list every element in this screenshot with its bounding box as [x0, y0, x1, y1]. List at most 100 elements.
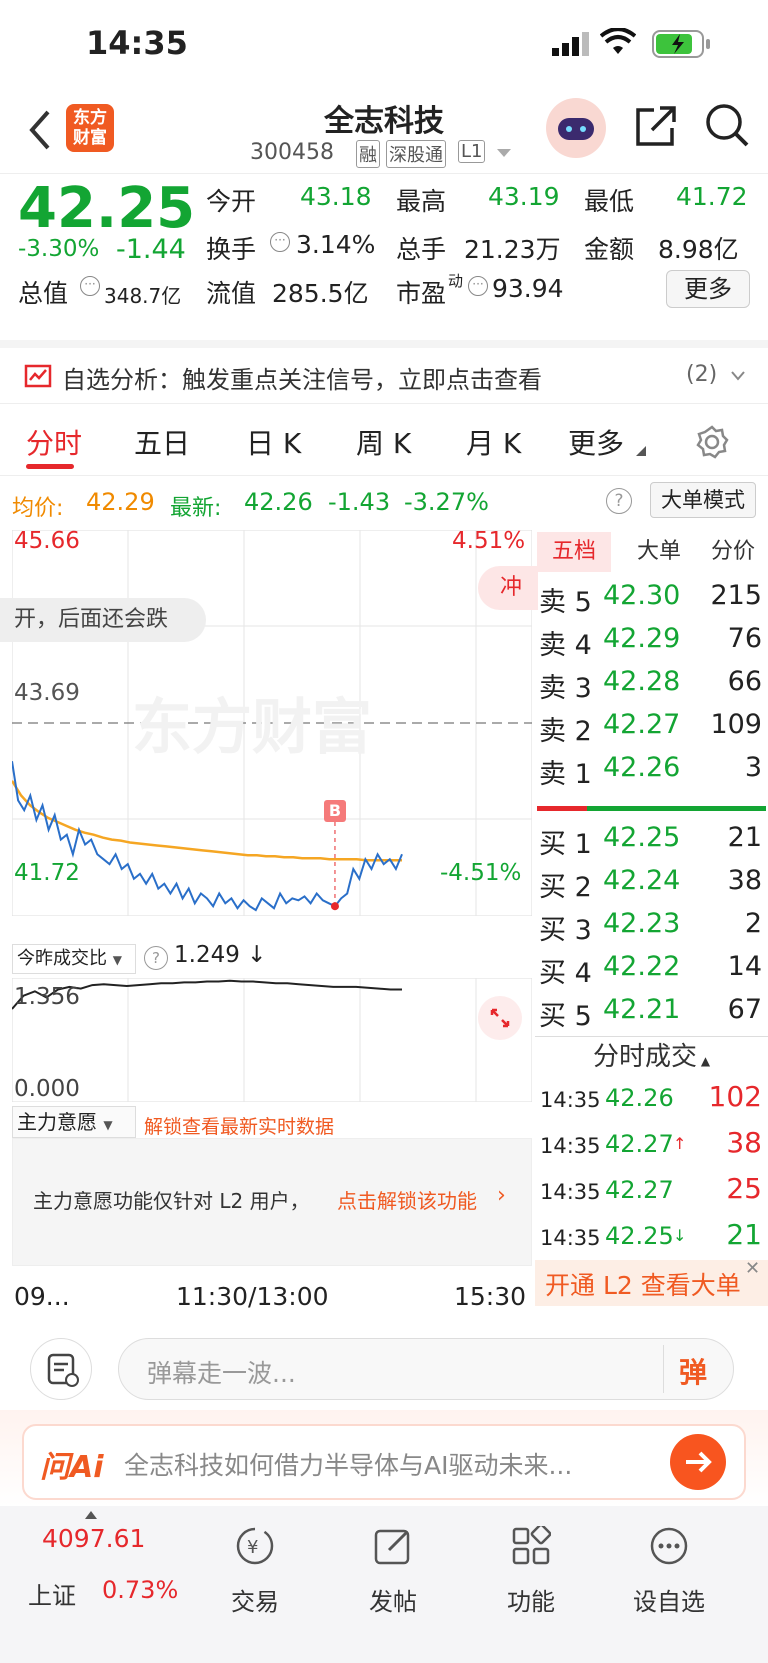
robot-avatar-icon[interactable] [546, 98, 606, 158]
danmu-settings-icon[interactable] [30, 1338, 92, 1400]
ask-price: 42.29 [603, 623, 681, 654]
bid-volume: 21 [727, 822, 762, 853]
danmu-send-button[interactable]: 弹 [679, 1351, 707, 1391]
bullet-comment: 开，后面还会跌 [0, 598, 206, 642]
high-label: 最高 [396, 187, 447, 216]
ratio-top-value: 1.356 [14, 984, 80, 1010]
mktcap-value: 348.7亿 [104, 284, 182, 308]
divider [663, 1345, 664, 1393]
nav-post[interactable]: 发帖 [318, 1506, 468, 1663]
tab-five-levels[interactable]: 五档 [537, 532, 611, 572]
tick-time: 14:35 [540, 1088, 601, 1112]
pe-label: 市盈 [396, 279, 447, 308]
buy-marker[interactable]: B [323, 800, 346, 822]
ai-question-card[interactable]: 问Ai 全志科技如何借力半导体与AI驱动未来... [22, 1424, 746, 1500]
tab-daily-k[interactable]: 日 K [246, 422, 301, 462]
chart-top-price: 45.66 [14, 528, 80, 554]
price-chart[interactable]: 东方财富 [12, 530, 532, 916]
tab-more[interactable]: 更多 [568, 422, 624, 462]
l2-banner[interactable]: 开通 L2 查看大单 ✕ [535, 1258, 768, 1306]
tab-weekly-k[interactable]: 周 K [356, 422, 411, 462]
open-value: 43.18 [300, 182, 372, 211]
tab-monthly-k[interactable]: 月 K [466, 422, 521, 462]
latest-label: 最新: [170, 496, 222, 521]
ratio-chart [12, 978, 532, 1102]
ask-volume: 3 [744, 752, 762, 783]
stock-name[interactable]: 全志科技 [244, 96, 524, 140]
buy-sell-ratio-bar-red [537, 806, 587, 811]
comment-bar: 弹幕走一波... 弹 [0, 1314, 768, 1410]
chart-top-pct: 4.51% [452, 528, 526, 554]
tick-row: 14:35 42.27 ↑ 38 [535, 1124, 768, 1172]
nav-functions[interactable]: 功能 [456, 1506, 606, 1663]
ask-volume: 109 [710, 709, 762, 740]
tab-five-day[interactable]: 五日 [134, 422, 190, 462]
help-icon[interactable]: ? [606, 488, 632, 514]
tick-volume: 25 [726, 1172, 762, 1205]
nav-add-watchlist[interactable]: 设自选 [594, 1506, 744, 1663]
turnover-value: 3.14% [296, 230, 376, 259]
index-widget[interactable]: 4097.61 上证 0.73% [0, 1506, 178, 1663]
tick-price: 42.25 [605, 1222, 674, 1250]
bid-label: 买 5 [539, 1001, 592, 1032]
tick-time: 14:35 [540, 1226, 601, 1250]
ask-label: 卖 5 [539, 587, 592, 618]
edit-icon [374, 1529, 410, 1565]
info-dots-icon[interactable]: ··· [468, 276, 488, 296]
main-force-selector[interactable]: 主力意愿 ▼ [12, 1106, 136, 1138]
main-force-locked-panel: 主力意愿功能仅针对 L2 用户， 点击解锁该功能 › [12, 1138, 532, 1266]
pe-superscript: 动 [448, 272, 464, 290]
danmu-input[interactable]: 弹幕走一波... 弹 [118, 1338, 734, 1400]
help-icon[interactable]: ? [144, 946, 168, 970]
back-icon[interactable] [26, 108, 52, 152]
search-icon[interactable] [704, 102, 750, 148]
ticks-title[interactable]: 分时成交 ▲ [593, 1036, 710, 1073]
tick-volume: 102 [708, 1080, 762, 1113]
main-force-label: 主力意愿 [17, 1110, 97, 1134]
tab-price-dist[interactable]: 分价 [699, 532, 767, 572]
float-value: 285.5亿 [272, 279, 369, 308]
info-dots-icon[interactable]: ··· [80, 276, 100, 296]
main-force-notice: 主力意愿功能仅针对 L2 用户， [33, 1189, 310, 1213]
tick-price: 42.26 [605, 1084, 674, 1112]
ask-volume: 215 [710, 580, 762, 611]
analysis-alert[interactable]: 自选分析：触发重点关注信号，立即点击查看 (2) [0, 340, 768, 404]
float-label: 流值 [206, 279, 257, 308]
unlock-feature-link[interactable]: 点击解锁该功能 [337, 1185, 477, 1214]
volume-label: 总手 [396, 235, 447, 264]
ai-question-text: 全志科技如何借力半导体与AI驱动未来... [124, 1451, 573, 1480]
ratio-selector[interactable]: 今昨成交比 ▼ [12, 944, 136, 974]
gear-icon[interactable] [694, 424, 730, 460]
big-order-mode-button[interactable]: 大单模式 [650, 482, 756, 518]
nav-trade[interactable]: ¥ 交易 [180, 1506, 330, 1663]
caret-down-icon[interactable] [496, 148, 512, 158]
tab-indicator [26, 464, 74, 469]
bid-price: 42.21 [603, 994, 681, 1025]
nav-post-label: 发帖 [369, 1588, 417, 1616]
latest-change: -1.43 [328, 488, 391, 516]
corner-caret-icon [636, 446, 646, 456]
tab-big-orders[interactable]: 大单 [629, 532, 689, 572]
close-icon[interactable]: ✕ [745, 1258, 760, 1279]
expand-icon[interactable] [478, 996, 522, 1040]
tick-price: 42.27 [605, 1130, 674, 1158]
info-dots-icon[interactable]: ··· [270, 232, 290, 252]
tab-intraday[interactable]: 分时 [26, 422, 82, 462]
chong-badge[interactable]: 冲 [478, 566, 538, 610]
share-icon[interactable] [634, 104, 678, 148]
ask-row: 卖 3 42.28 66 [535, 662, 768, 705]
bid-label: 买 4 [539, 958, 592, 989]
bid-price: 42.23 [603, 908, 681, 939]
more-button[interactable]: 更多 [666, 270, 750, 308]
bid-label: 买 3 [539, 915, 592, 946]
ask-label: 卖 2 [539, 716, 592, 747]
ask-label: 卖 3 [539, 673, 592, 704]
main-force-unlock-link[interactable]: 解锁查看最新实时数据 [144, 1112, 334, 1139]
ratio-bottom-value: 0.000 [14, 1076, 80, 1102]
status-bar: 14:35 [0, 0, 768, 90]
arrow-right-icon[interactable] [670, 1434, 726, 1490]
dropdown-caret-icon: ▼ [103, 1118, 113, 1132]
bid-row: 买 2 42.24 38 [535, 861, 768, 904]
ratio-value: 1.249 ↓ [174, 942, 267, 968]
change-amount: -1.44 [116, 234, 186, 265]
